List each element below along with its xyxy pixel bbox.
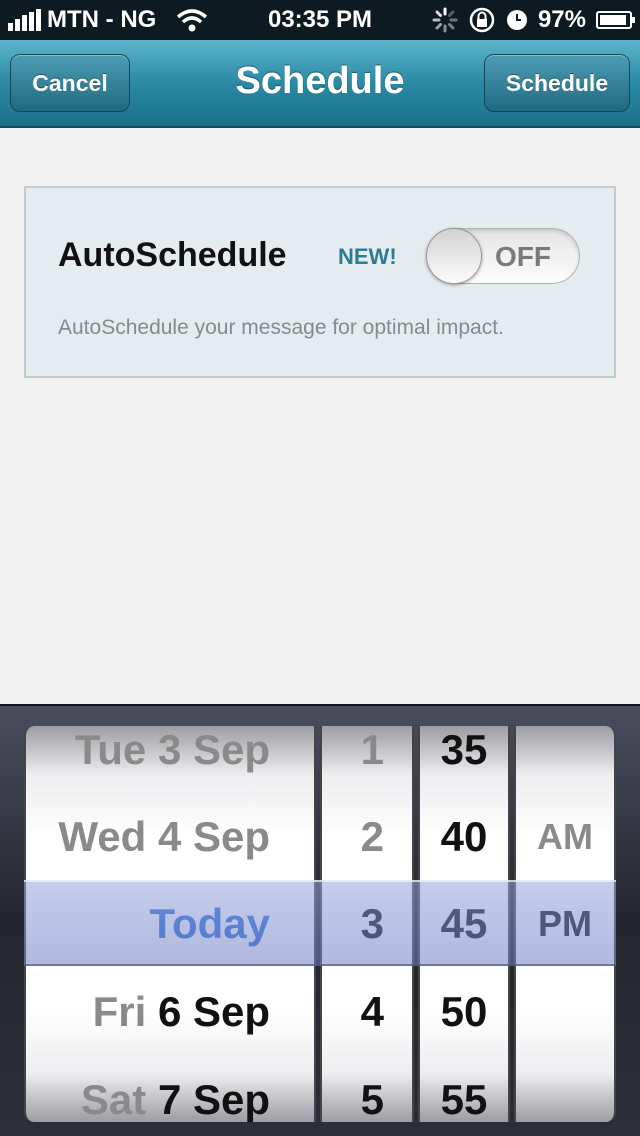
hour-row[interactable]: 5	[322, 1056, 412, 1122]
hour-row[interactable]: 1	[322, 726, 412, 794]
minute-row[interactable]: 55	[420, 1056, 508, 1122]
toggle-knob[interactable]	[426, 228, 482, 284]
status-right-group: 97%	[432, 6, 635, 34]
date-row[interactable]: Fri 6 Sep	[26, 968, 314, 1056]
date-time-picker: Tue 3 Sep Wed 4 Sep Today Fri 6 Sep Sat …	[0, 704, 640, 1136]
date-row[interactable]: Wed 4 Sep	[26, 793, 314, 881]
minute-row[interactable]: 35	[420, 726, 508, 794]
battery-percent: 97%	[537, 6, 586, 33]
new-badge: NEW!	[338, 244, 397, 269]
ampm-row[interactable]: AM	[516, 793, 614, 881]
minute-row-selected[interactable]: 45	[420, 880, 508, 968]
ampm-wheel[interactable]: AM PM	[514, 726, 616, 1122]
minute-wheel[interactable]: 35 40 45 50 55	[418, 726, 510, 1122]
minute-row[interactable]: 50	[420, 968, 508, 1056]
date-wheel[interactable]: Tue 3 Sep Wed 4 Sep Today Fri 6 Sep Sat …	[24, 726, 316, 1122]
toggle-state-label: OFF	[495, 241, 551, 272]
rotation-lock-icon	[469, 7, 495, 33]
autoschedule-label: AutoSchedule	[58, 236, 287, 274]
hour-row[interactable]: 2	[322, 793, 412, 881]
hour-row[interactable]: 4	[322, 968, 412, 1056]
schedule-button[interactable]: Schedule	[484, 54, 630, 112]
ampm-row-selected[interactable]: PM	[516, 880, 614, 968]
autoschedule-toggle[interactable]: OFF	[426, 228, 580, 284]
autoschedule-description: AutoSchedule your message for optimal im…	[58, 316, 504, 339]
hour-row-selected[interactable]: 3	[322, 880, 412, 968]
date-row[interactable]: Sat 7 Sep	[26, 1056, 314, 1122]
date-row[interactable]: Tue 3 Sep	[26, 726, 314, 794]
clock-icon	[506, 10, 527, 30]
battery-charging-icon	[596, 11, 635, 29]
date-row-selected[interactable]: Today	[26, 880, 314, 968]
navigation-bar: Cancel Schedule Schedule	[0, 40, 640, 128]
status-bar: MTN - NG 03:35 PM 97%	[0, 0, 640, 40]
activity-spinner-icon	[432, 7, 458, 33]
minute-row[interactable]: 40	[420, 793, 508, 881]
autoschedule-card: AutoSchedule NEW! OFF AutoSchedule your …	[24, 186, 616, 378]
hour-wheel[interactable]: 1 2 3 4 5	[320, 726, 414, 1122]
